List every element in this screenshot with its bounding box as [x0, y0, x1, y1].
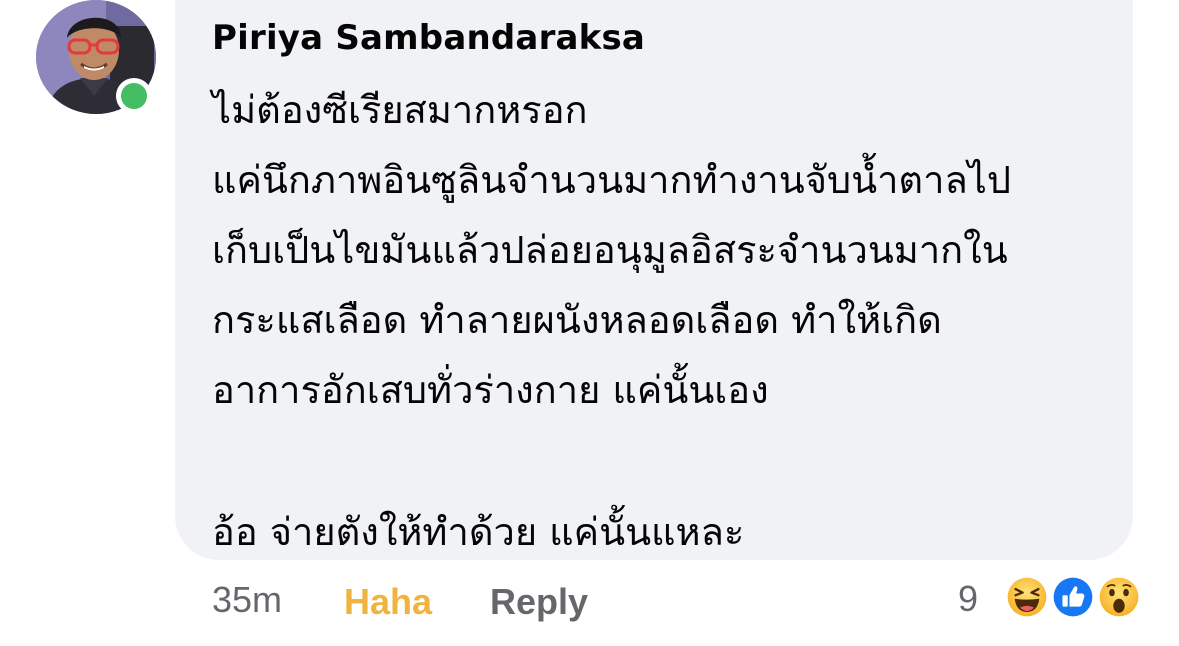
avatar-wrapper[interactable]	[36, 0, 156, 114]
wow-icon	[1094, 572, 1144, 622]
reaction-count: 9	[958, 578, 979, 619]
reactions-summary[interactable]: 9	[958, 570, 1158, 624]
reply-button[interactable]: Reply	[490, 581, 588, 623]
haha-reaction-button[interactable]: Haha	[344, 581, 432, 623]
comment-text-line: อ้อ จ่ายตังให้ทำด้วย แค่นั้นแหละ	[212, 510, 745, 554]
haha-icon	[1002, 572, 1052, 622]
comment-text-line: กระแสเลือด ทำลายผนังหลอดเลือด ทำให้เกิด	[212, 298, 942, 342]
comment-text-line: แค่นึกภาพอินซูลินจำนวนมากทำงานจับน้ำตาลไ…	[212, 158, 1011, 202]
comment-text-line-blank	[212, 432, 1112, 504]
comment-actions: 35m Haha Reply	[212, 575, 588, 625]
comment-text-line: อาการอักเสบทั่วร่างกาย แค่นั้นเอง	[212, 368, 769, 412]
comment-container: Piriya Sambandaraksa ไม่ต้องซีเรียสมากหร…	[0, 0, 1179, 646]
like-icon	[1048, 572, 1098, 622]
online-status-icon	[116, 78, 152, 114]
comment-timestamp[interactable]: 35m	[212, 579, 282, 621]
comment-text-line: ไม่ต้องซีเรียสมากหรอก	[212, 88, 588, 132]
comment-text: ไม่ต้องซีเรียสมากหรอก แค่นึกภาพอินซูลินจ…	[212, 82, 1112, 574]
comment-author-name[interactable]: Piriya Sambandaraksa	[212, 18, 645, 58]
comment-text-line: เก็บเป็นไขมันแล้วปล่อยอนุมูลอิสระจำนวนมา…	[212, 228, 1008, 272]
